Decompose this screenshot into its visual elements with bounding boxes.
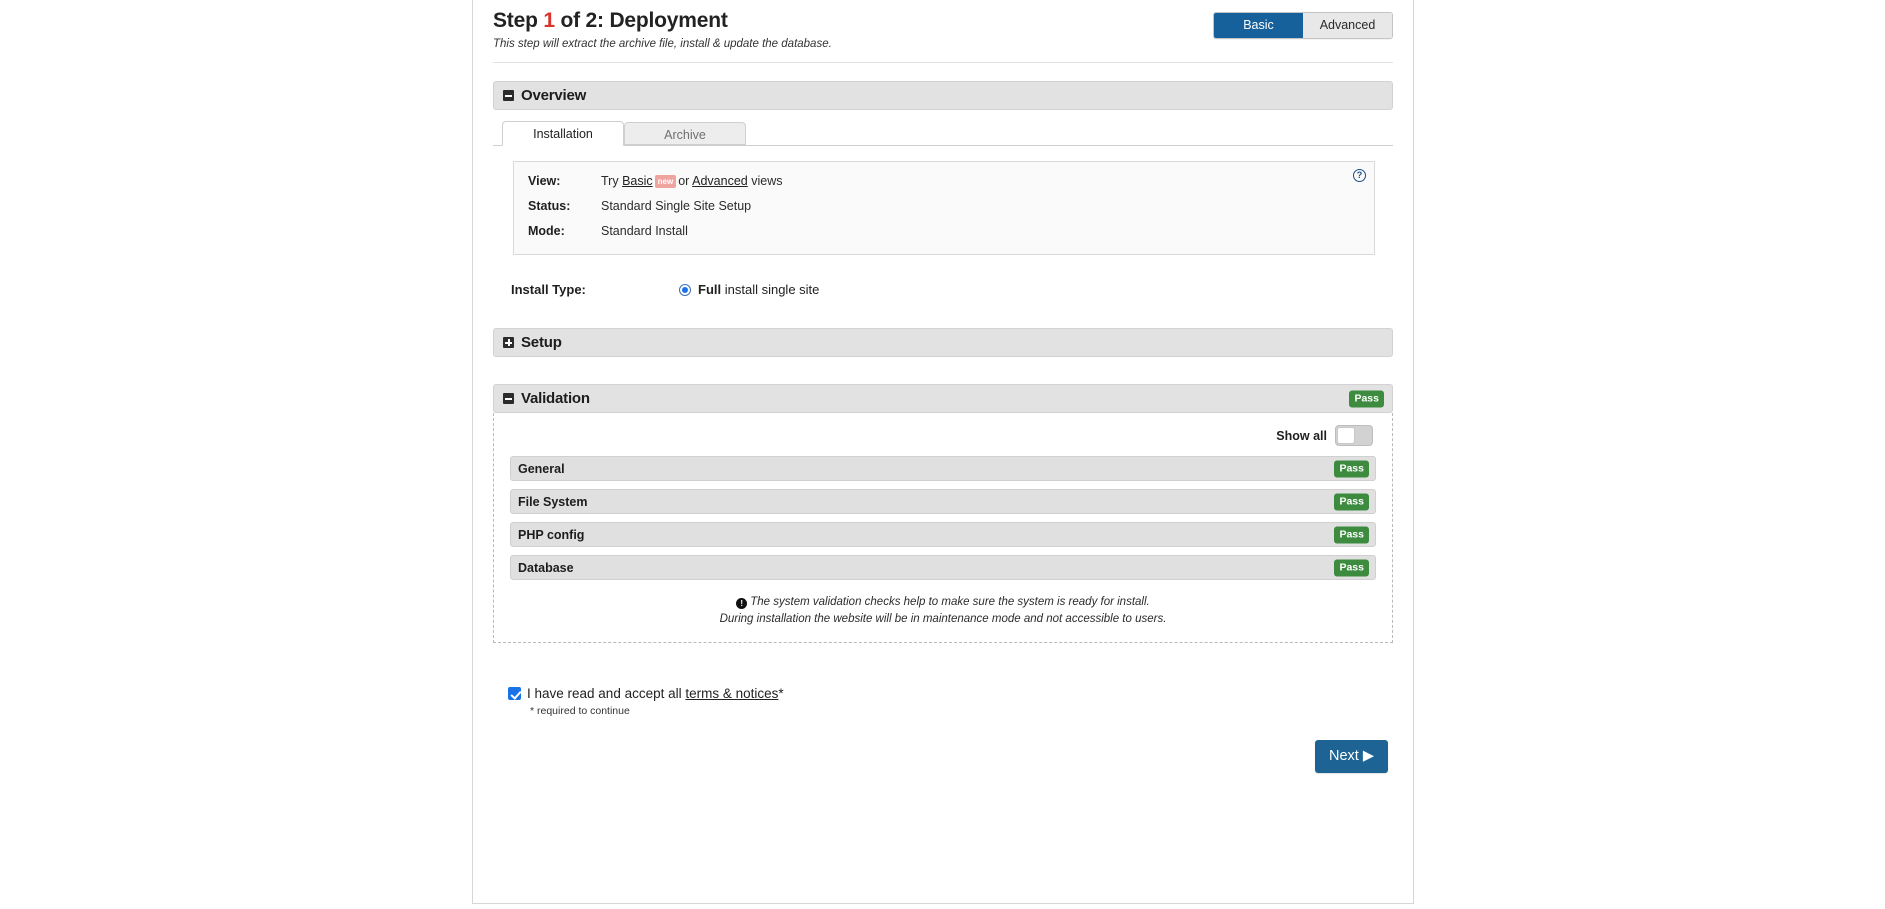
tab-installation[interactable]: Installation <box>502 121 624 146</box>
validation-status-badge: Pass <box>1349 390 1384 407</box>
terms-row: I have read and accept all terms & notic… <box>508 686 1393 701</box>
validation-check-name: Database <box>518 560 574 575</box>
section-header-validation[interactable]: Validation Pass <box>493 384 1393 413</box>
content-frame: Step 1 of 2: Deployment This step will e… <box>472 0 1414 904</box>
terms-required-note: * required to continue <box>530 705 630 717</box>
terms-text: I have read and accept all <box>527 686 682 701</box>
view-mode-basic-button[interactable]: Basic <box>1214 13 1303 38</box>
view-mode-switch[interactable]: Basic Advanced <box>1213 12 1393 39</box>
validation-check-row-database[interactable]: Database Pass <box>510 555 1376 580</box>
validation-check-row-general[interactable]: General Pass <box>510 456 1376 481</box>
info-value-mode: Standard Install <box>601 224 688 238</box>
install-type-option-text: Full install single site <box>698 282 819 297</box>
view-suffix-text: views <box>751 174 783 188</box>
page-title-suffix: of 2: Deployment <box>560 9 728 32</box>
section-title-setup: Setup <box>521 334 562 351</box>
footer-actions: Next ▶ <box>493 740 1393 773</box>
validation-check-row-php-config[interactable]: PHP config Pass <box>510 522 1376 547</box>
info-exclamation-icon: ! <box>736 598 748 609</box>
validation-note-line-1: ! The system validation checks help to ma… <box>510 594 1376 611</box>
view-link-basic[interactable]: Basic <box>622 174 653 188</box>
validation-check-badge: Pass <box>1334 559 1369 576</box>
validation-note: ! The system validation checks help to ma… <box>510 594 1376 628</box>
overview-tabs: Installation Archive <box>493 121 1393 146</box>
install-type-label: Install Type: <box>511 282 586 297</box>
page-title-step-number: 1 <box>543 9 555 32</box>
validation-check-name: General <box>518 461 565 476</box>
view-mode-advanced-button[interactable]: Advanced <box>1303 13 1392 38</box>
validation-note-line-2: During installation the website will be … <box>719 613 1167 625</box>
next-button-label: Next <box>1328 748 1359 764</box>
install-type-option-rest: install single site <box>724 282 820 297</box>
info-value-view: Try Basic new or Advanced views <box>601 174 783 188</box>
section-header-overview[interactable]: Overview <box>493 81 1393 110</box>
info-row-status: Status: Standard Single Site Setup <box>528 199 1360 213</box>
info-row-mode: Mode: Standard Install <box>528 224 1360 238</box>
install-type-option-bold: Full <box>698 282 722 297</box>
validation-check-row-file-system[interactable]: File System Pass <box>510 489 1376 514</box>
install-type-option-full[interactable]: Full install single site <box>679 282 819 297</box>
view-link-advanced[interactable]: Advanced <box>692 174 748 188</box>
radio-full-install[interactable] <box>679 283 691 296</box>
info-row-view: View: Try Basic new or Advanced views <box>528 174 1360 188</box>
next-button[interactable]: Next ▶ <box>1314 740 1388 773</box>
validation-check-badge: Pass <box>1334 460 1369 477</box>
info-label-status: Status: <box>528 199 571 213</box>
section-title-validation: Validation <box>521 390 590 407</box>
page-title-prefix: Step <box>493 9 538 32</box>
new-badge: new <box>654 175 677 188</box>
page-root: Step 1 of 2: Deployment This step will e… <box>0 0 1885 909</box>
info-label-view: View: <box>528 174 561 188</box>
section-header-setup[interactable]: Setup <box>493 328 1393 357</box>
terms-and-notices-link[interactable]: terms & notices <box>685 686 778 701</box>
installation-info-panel: ? View: Try Basic new or Advanced views St… <box>513 161 1375 255</box>
collapse-minus-icon[interactable] <box>503 90 514 101</box>
toggle-knob <box>1337 427 1355 444</box>
validation-check-badge: Pass <box>1334 526 1369 543</box>
validation-body: Show all General Pass File System Pass P… <box>493 413 1393 643</box>
show-all-toggle[interactable] <box>1335 425 1373 446</box>
page-header: Step 1 of 2: Deployment This step will e… <box>493 0 1393 63</box>
terms-checkbox[interactable] <box>508 687 521 700</box>
info-label-mode: Mode: <box>528 224 565 238</box>
chevron-right-icon: ▶ <box>1362 748 1374 764</box>
page-subtitle: This step will extract the archive file,… <box>493 38 832 50</box>
install-type-row: Install Type: Full install single site <box>493 282 1393 297</box>
terms-asterisk: * <box>778 686 784 701</box>
collapse-minus-icon-validation[interactable] <box>503 393 514 404</box>
show-all-label: Show all <box>1276 428 1327 443</box>
question-mark-icon[interactable]: ? <box>1353 169 1366 182</box>
section-title-overview: Overview <box>521 87 587 104</box>
info-value-status: Standard Single Site Setup <box>601 199 752 213</box>
validation-check-name: PHP config <box>518 527 585 542</box>
validation-check-badge: Pass <box>1334 493 1369 510</box>
validation-check-name: File System <box>518 494 588 509</box>
terms-block: I have read and accept all terms & notic… <box>493 686 1393 717</box>
tab-archive[interactable]: Archive <box>624 122 746 145</box>
header-divider <box>493 62 1393 63</box>
view-middle-text: or <box>678 174 690 188</box>
expand-plus-icon[interactable] <box>503 337 514 348</box>
show-all-row: Show all <box>510 425 1376 446</box>
validation-note-text-1: The system validation checks help to mak… <box>750 596 1150 608</box>
view-prefix-text: Try <box>601 174 619 188</box>
